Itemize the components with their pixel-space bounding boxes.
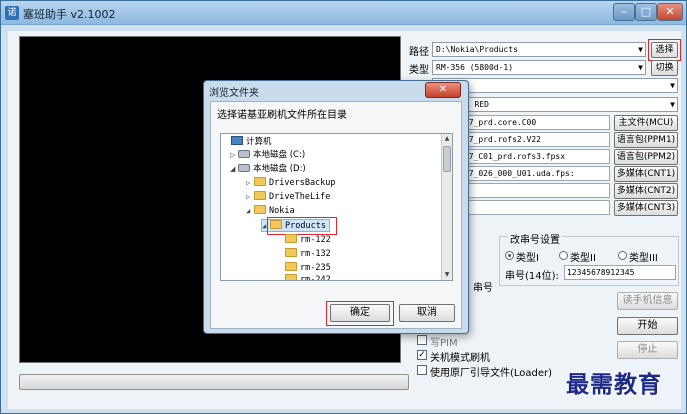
dialog-close-button[interactable]: ✕ — [425, 82, 461, 98]
chevron-down-icon: ▼ — [638, 63, 643, 72]
tree-item-label: DriversBackup — [269, 178, 336, 188]
title-bar[interactable]: 诺 塞班助手 v2.1002 – □ ✕ — [1, 1, 686, 25]
switch-button[interactable]: 切换 — [651, 60, 678, 76]
dialog-title: 浏览文件夹 — [209, 88, 259, 99]
tree-item-drivethelife[interactable]: ▷ DriveTheLife — [246, 191, 330, 204]
tree-item-label: rm-122 — [300, 235, 331, 245]
read-info-button[interactable]: 读手机信息 — [617, 292, 678, 310]
stop-button[interactable]: 停止 — [617, 341, 678, 359]
minimize-button[interactable]: – — [613, 3, 635, 21]
type-value: RM-356 (5800d-1) — [436, 63, 514, 72]
scroll-thumb[interactable] — [443, 146, 451, 172]
tree-item-label: 本地磁盘 (C:) — [253, 150, 306, 160]
disk-icon — [238, 150, 250, 158]
highlight-box — [648, 39, 681, 61]
computer-icon — [231, 136, 243, 145]
type3-radio[interactable] — [618, 251, 627, 260]
highlight-box — [267, 217, 337, 235]
type3-label: 类型III — [629, 253, 658, 264]
tree-item-driversbackup[interactable]: ▷ DriversBackup — [246, 177, 336, 190]
type1-radio[interactable] — [505, 251, 514, 260]
maximize-button[interactable]: □ — [635, 3, 657, 21]
folder-icon — [254, 191, 266, 200]
file-button-cnt1[interactable]: 多媒体(CNT1) — [614, 166, 678, 182]
scroll-up-icon[interactable]: ▲ — [442, 134, 452, 144]
collapse-icon[interactable]: ◢ — [230, 163, 238, 176]
tree-item-label: 计算机 — [246, 137, 272, 147]
folder-icon — [285, 248, 297, 257]
folder-icon — [285, 234, 297, 243]
path-combo[interactable]: D:\Nokia\Products ▼ — [432, 42, 646, 57]
serial-partial-label: 串号 — [473, 283, 493, 294]
chevron-down-icon: ▼ — [670, 100, 675, 109]
folder-icon — [285, 262, 297, 271]
dialog-body: 选择诺基亚刷机文件所在目录 计算机 ▷ 本地磁盘 (C:) ◢ 本地磁盘 (D:) … — [210, 101, 462, 329]
expand-icon[interactable]: ▷ — [246, 177, 254, 190]
type1-label: 类型I — [516, 253, 539, 264]
tree-item-label: DriveTheLife — [269, 192, 331, 202]
tree-item-rm-122[interactable]: rm-122 — [277, 234, 331, 247]
scroll-down-icon[interactable]: ▼ — [442, 270, 452, 280]
file-button-ppm2[interactable]: 语言包(PPM2) — [614, 149, 678, 165]
disk-icon — [238, 164, 250, 172]
tree-item-rm-132[interactable]: rm-132 — [277, 248, 331, 261]
path-value: D:\Nokia\Products — [436, 45, 518, 54]
type2-radio[interactable] — [559, 251, 568, 260]
file-button-ppm1[interactable]: 语言包(PPM1) — [614, 132, 678, 148]
type-combo[interactable]: RM-356 (5800d-1) ▼ — [432, 60, 646, 75]
tree-item-drive-c[interactable]: ▷ 本地磁盘 (C:) — [230, 149, 305, 162]
serial-input[interactable]: 12345678912345 — [564, 265, 676, 280]
chevron-down-icon: ▼ — [670, 81, 675, 90]
watermark-logo: 最需教育 — [566, 371, 662, 398]
file-button-cnt3[interactable]: 多媒体(CNT3) — [614, 200, 678, 216]
off-mode-label: 关机模式刷机 — [430, 353, 490, 364]
tree-item-rm-242[interactable]: rm-242 — [277, 274, 331, 280]
highlight-box — [326, 301, 394, 326]
type2-label: 类型II — [570, 253, 596, 264]
tree-item-computer[interactable]: 计算机 — [223, 136, 272, 149]
collapse-icon[interactable]: ◢ — [246, 205, 254, 218]
browse-folder-dialog: 浏览文件夹 ✕ 选择诺基亚刷机文件所在目录 计算机 ▷ 本地磁盘 (C:) ◢ 本地… — [203, 80, 469, 334]
partial-option-label: 写PIM — [430, 338, 458, 349]
folder-icon — [254, 205, 266, 214]
partial-option-checkbox[interactable] — [417, 335, 427, 345]
chevron-down-icon: ▼ — [638, 45, 643, 54]
file-button-cnt2[interactable]: 多媒体(CNT2) — [614, 183, 678, 199]
loader-label: 使用原厂引导文件(Loader) — [430, 368, 553, 379]
dialog-prompt: 选择诺基亚刷机文件所在目录 — [217, 110, 347, 121]
tree-item-label: Nokia — [269, 206, 295, 216]
window-title: 塞班助手 v2.1002 — [23, 8, 116, 21]
app-icon: 诺 — [5, 6, 19, 20]
start-button[interactable]: 开始 — [617, 317, 678, 335]
folder-icon — [254, 177, 266, 186]
expand-icon[interactable]: ▷ — [230, 149, 238, 162]
loader-checkbox[interactable] — [417, 365, 427, 375]
tree-item-label: 本地磁盘 (D:) — [253, 164, 306, 174]
folder-tree[interactable]: 计算机 ▷ 本地磁盘 (C:) ◢ 本地磁盘 (D:) ▷ DriversBackup… — [220, 133, 453, 281]
tree-item-label: rm-132 — [300, 249, 331, 259]
expand-icon[interactable]: ▷ — [246, 191, 254, 204]
tree-item-label: rm-242 — [300, 275, 331, 280]
serial-label: 串号(14位): — [505, 271, 559, 282]
progress-bar — [19, 374, 409, 390]
cancel-button[interactable]: 取消 — [399, 304, 455, 322]
type-label: 类型 — [409, 65, 429, 76]
tree-vertical-scrollbar[interactable]: ▲ ▼ — [441, 134, 452, 280]
tree-item-drive-d[interactable]: ◢ 本地磁盘 (D:) — [230, 163, 306, 176]
folder-icon — [285, 274, 297, 280]
close-button[interactable]: ✕ — [657, 3, 683, 21]
path-label: 路径 — [409, 47, 429, 58]
tree-item-label: rm-235 — [300, 263, 331, 273]
file-button-mcu[interactable]: 主文件(MCU) — [614, 115, 678, 131]
off-mode-checkbox[interactable]: ✓ — [417, 350, 427, 360]
serial-group-label: 改串号设置 — [508, 231, 562, 246]
